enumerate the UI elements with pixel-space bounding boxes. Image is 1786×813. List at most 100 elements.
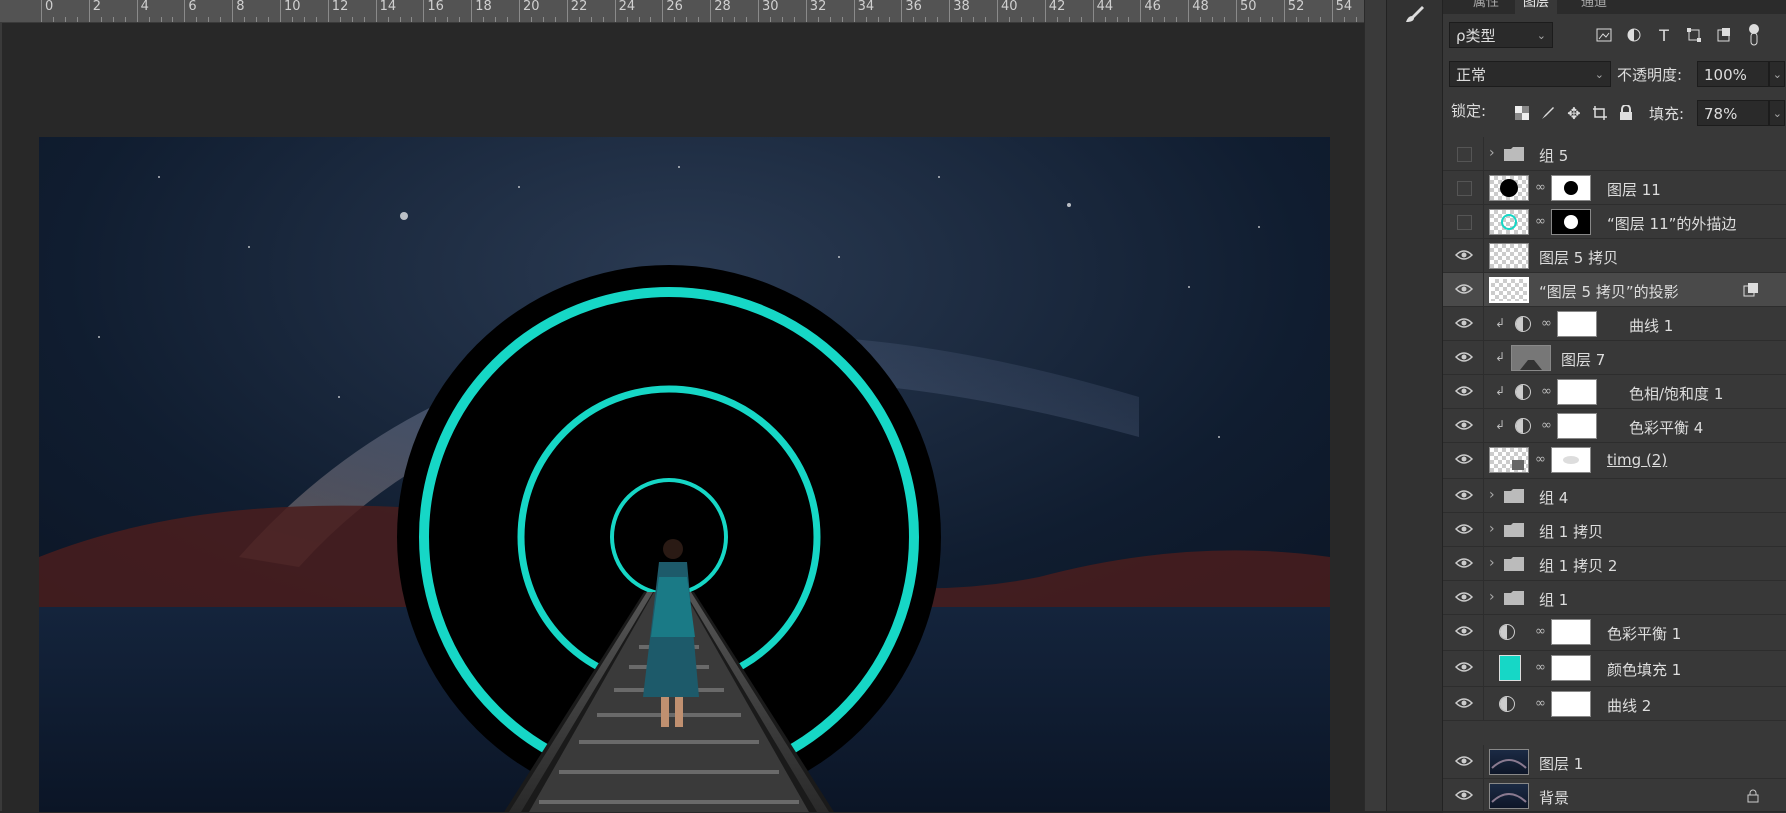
layer-row[interactable]: ∞ 颜色填充 1 bbox=[1443, 651, 1786, 687]
layer-row[interactable]: ∞ 曲线 2 bbox=[1443, 687, 1786, 721]
eye-icon[interactable] bbox=[1455, 522, 1473, 536]
ruler-tick-label: 34 bbox=[853, 0, 874, 22]
layer-row[interactable]: ∞ 色彩平衡 1 bbox=[1443, 615, 1786, 651]
chain-link-icon[interactable]: ∞ bbox=[1541, 418, 1552, 434]
layer-mask-thumbnail[interactable] bbox=[1551, 209, 1591, 235]
chain-link-icon[interactable]: ∞ bbox=[1535, 452, 1546, 468]
visibility-column bbox=[1443, 239, 1484, 272]
visibility-toggle-empty[interactable] bbox=[1457, 147, 1472, 162]
layer-row[interactable]: ↲ ∞ 色相/饱和度 1 bbox=[1443, 375, 1786, 409]
layer-mask-thumbnail[interactable] bbox=[1557, 413, 1597, 439]
layer-mask-thumbnail[interactable] bbox=[1557, 311, 1597, 337]
lock-transparency-icon[interactable] bbox=[1509, 100, 1535, 126]
eye-icon[interactable] bbox=[1455, 452, 1473, 466]
layer-row[interactable]: 背景 bbox=[1443, 779, 1786, 813]
smart-object-filter-icon[interactable] bbox=[1711, 22, 1737, 48]
ruler-minor-tick bbox=[746, 17, 748, 22]
filter-toggle-icon[interactable] bbox=[1741, 22, 1767, 48]
fill-field[interactable]: 78% bbox=[1697, 100, 1769, 126]
pixel-filter-icon[interactable] bbox=[1591, 22, 1617, 48]
layer-row[interactable]: › 组 5 bbox=[1443, 137, 1786, 171]
eye-icon[interactable] bbox=[1455, 384, 1473, 398]
tab-properties[interactable]: 属性 bbox=[1465, 0, 1507, 14]
layer-row[interactable]: ∞ timg (2) bbox=[1443, 443, 1786, 479]
chain-link-icon[interactable]: ∞ bbox=[1535, 660, 1546, 676]
chevron-right-icon[interactable]: › bbox=[1489, 145, 1495, 161]
eye-icon[interactable] bbox=[1455, 350, 1473, 364]
chain-link-icon[interactable]: ∞ bbox=[1541, 316, 1552, 332]
layer-row[interactable]: › 组 1 bbox=[1443, 581, 1786, 615]
eye-icon[interactable] bbox=[1455, 624, 1473, 638]
layer-row[interactable]: 图层 1 bbox=[1443, 745, 1786, 779]
chain-link-icon[interactable]: ∞ bbox=[1535, 624, 1546, 640]
layer-row[interactable]: ↲ ∞ 色彩平衡 4 bbox=[1443, 409, 1786, 443]
layer-mask-thumbnail[interactable] bbox=[1551, 691, 1591, 717]
folder-icon bbox=[1504, 557, 1524, 571]
eye-icon[interactable] bbox=[1455, 316, 1473, 330]
chevron-right-icon[interactable]: › bbox=[1489, 487, 1495, 503]
ruler-minor-tick bbox=[1212, 17, 1214, 22]
visibility-toggle-empty[interactable] bbox=[1457, 181, 1472, 196]
opacity-field[interactable]: 100% bbox=[1697, 61, 1769, 87]
layer-mask-thumbnail[interactable] bbox=[1551, 175, 1591, 201]
brush-tool-icon[interactable] bbox=[1395, 2, 1435, 26]
adjustment-filter-icon[interactable] bbox=[1621, 22, 1647, 48]
chain-link-icon[interactable]: ∞ bbox=[1535, 696, 1546, 712]
eye-icon[interactable] bbox=[1455, 418, 1473, 432]
ruler-minor-tick bbox=[590, 17, 592, 22]
ruler-minor-tick bbox=[291, 17, 293, 22]
eye-icon[interactable] bbox=[1455, 488, 1473, 502]
ruler-minor-tick bbox=[781, 17, 783, 22]
eye-icon[interactable] bbox=[1455, 788, 1473, 802]
chain-link-icon[interactable]: ∞ bbox=[1535, 214, 1546, 230]
visibility-toggle-empty[interactable] bbox=[1457, 215, 1472, 230]
eye-icon[interactable] bbox=[1455, 696, 1473, 710]
eye-icon[interactable] bbox=[1455, 248, 1473, 262]
vertical-scrollbar[interactable] bbox=[1364, 0, 1387, 811]
layer-mask-thumbnail[interactable] bbox=[1551, 619, 1591, 645]
ruler-minor-tick bbox=[686, 17, 688, 22]
chevron-right-icon[interactable]: › bbox=[1489, 555, 1495, 571]
eye-icon[interactable] bbox=[1455, 556, 1473, 570]
document-canvas[interactable] bbox=[0, 23, 1364, 812]
eye-icon[interactable] bbox=[1455, 282, 1473, 296]
layer-mask-thumbnail[interactable] bbox=[1557, 379, 1597, 405]
lock-artboard-crop-icon[interactable] bbox=[1587, 100, 1613, 126]
ruler-minor-tick bbox=[148, 17, 150, 22]
layer-row[interactable]: › 组 4 bbox=[1443, 479, 1786, 513]
lock-all-icon[interactable] bbox=[1613, 100, 1639, 126]
layer-row[interactable]: › 组 1 拷贝 2 bbox=[1443, 547, 1786, 581]
ruler-minor-tick bbox=[578, 17, 580, 22]
opacity-slider-toggle[interactable]: ⌄ bbox=[1769, 61, 1785, 87]
tab-layers[interactable]: 图层 bbox=[1515, 0, 1558, 14]
layer-row[interactable]: ↲ 图层 7 bbox=[1443, 341, 1786, 375]
layer-row-selected[interactable]: “图层 5 拷贝”的投影 bbox=[1443, 273, 1786, 307]
ruler-minor-tick bbox=[172, 17, 174, 22]
layer-mask-thumbnail[interactable] bbox=[1551, 447, 1591, 473]
layer-mask-thumbnail[interactable] bbox=[1551, 655, 1591, 681]
artboard-image[interactable] bbox=[39, 137, 1330, 812]
layer-row[interactable]: ↲ ∞ 曲线 1 bbox=[1443, 307, 1786, 341]
blend-mode-dropdown[interactable]: 正常 ⌄ bbox=[1449, 61, 1611, 87]
color-fill-swatch[interactable] bbox=[1499, 655, 1521, 681]
ruler-minor-tick bbox=[1224, 17, 1226, 22]
eye-icon[interactable] bbox=[1455, 754, 1473, 768]
layer-row[interactable]: › 组 1 拷贝 bbox=[1443, 513, 1786, 547]
layer-row[interactable]: ∞ 图层 11 bbox=[1443, 171, 1786, 205]
chain-link-icon[interactable]: ∞ bbox=[1535, 180, 1546, 196]
tab-channels[interactable]: 通道 bbox=[1573, 0, 1615, 14]
layer-row[interactable]: 图层 5 拷贝 bbox=[1443, 239, 1786, 273]
ruler-minor-tick bbox=[913, 17, 915, 22]
chain-link-icon[interactable]: ∞ bbox=[1541, 384, 1552, 400]
chevron-right-icon[interactable]: › bbox=[1489, 589, 1495, 605]
layer-filter-dropdown[interactable]: ρ类型 ⌄ bbox=[1449, 22, 1553, 48]
shape-filter-icon[interactable] bbox=[1681, 22, 1707, 48]
layer-row[interactable]: ∞ “图层 11”的外描边 bbox=[1443, 205, 1786, 239]
eye-icon[interactable] bbox=[1455, 590, 1473, 604]
eye-icon[interactable] bbox=[1455, 660, 1473, 674]
lock-pixels-brush-icon[interactable] bbox=[1535, 100, 1561, 126]
chevron-right-icon[interactable]: › bbox=[1489, 521, 1495, 537]
type-filter-icon[interactable]: T bbox=[1651, 22, 1677, 48]
fill-slider-toggle[interactable]: ⌄ bbox=[1769, 100, 1785, 126]
lock-position-move-icon[interactable]: ✥ bbox=[1561, 100, 1587, 126]
